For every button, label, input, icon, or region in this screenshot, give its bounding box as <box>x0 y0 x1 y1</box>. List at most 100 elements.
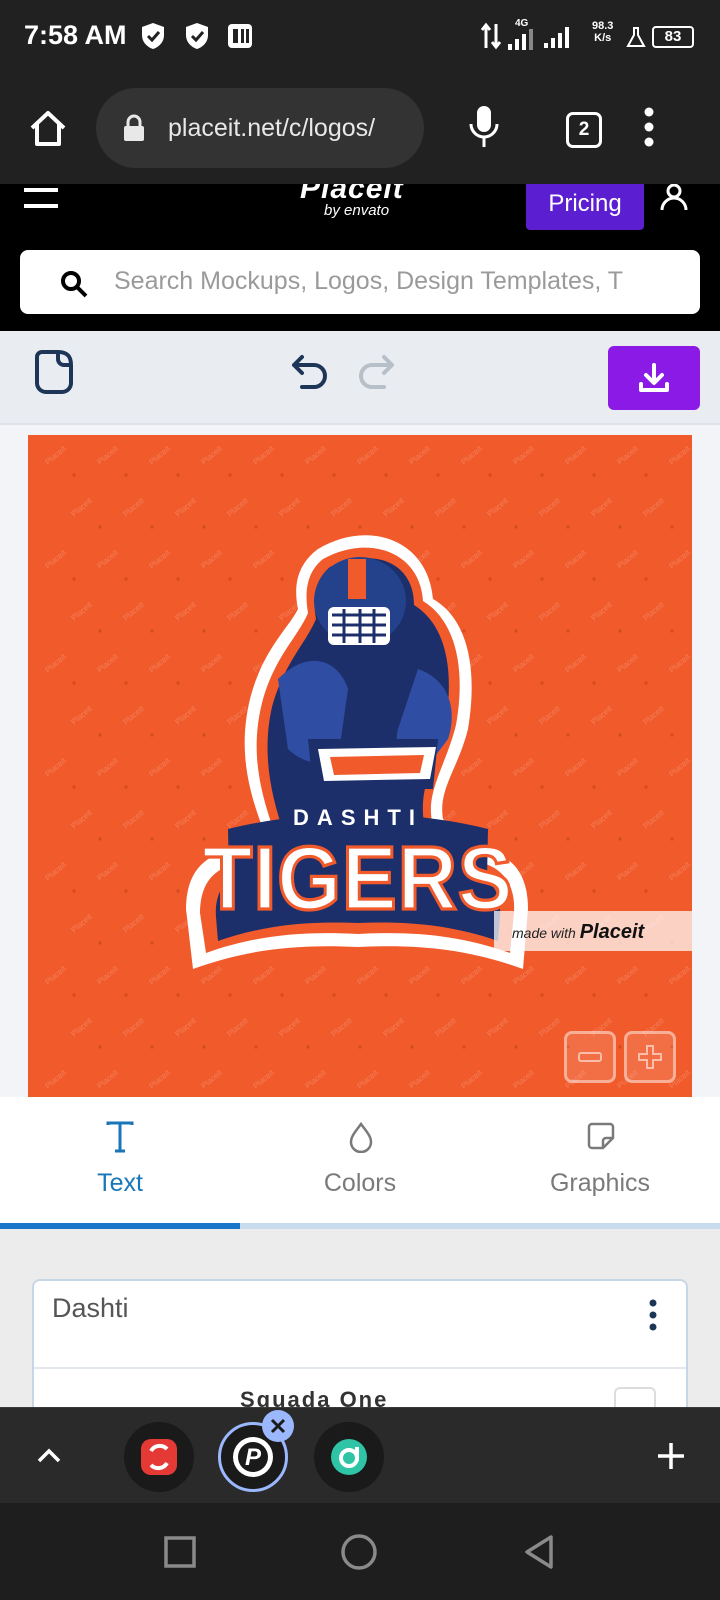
home-nav-icon[interactable] <box>340 1533 378 1571</box>
pattern-dot <box>72 681 76 685</box>
more-vert-icon[interactable] <box>642 106 656 148</box>
pattern-dot <box>410 1045 414 1049</box>
pattern-dot <box>436 473 440 477</box>
pattern-dot <box>124 889 128 893</box>
card-divider <box>34 1367 686 1369</box>
watermark-pattern-text: Placeit <box>96 860 121 883</box>
zoom-in-button[interactable] <box>624 1031 676 1083</box>
watermark-pattern-text: Placeit <box>642 496 667 519</box>
watermark-pattern-text: Placeit <box>590 496 615 519</box>
mascot-logo[interactable]: DASHTI TIGERS <box>168 529 548 1009</box>
watermark-pattern-text: Placeit <box>616 964 641 987</box>
watermark-pattern-text: Placeit <box>642 808 667 831</box>
watermark-pattern-text: Placeit <box>122 704 147 727</box>
drop-icon <box>349 1121 373 1153</box>
pattern-dot <box>124 473 128 477</box>
status-time: 7:58 AM <box>24 20 127 50</box>
pattern-dot <box>98 1045 102 1049</box>
pattern-dot <box>618 733 622 737</box>
back-nav-icon[interactable] <box>522 1533 556 1571</box>
watermark-pattern-text: Placeit <box>408 1068 433 1091</box>
system-nav-bar <box>0 1503 720 1600</box>
watermark-pattern-text: Placeit <box>96 964 121 987</box>
microphone-icon[interactable] <box>468 104 500 150</box>
hamburger-menu-icon[interactable] <box>24 188 58 210</box>
watermark-pattern-text: Placeit <box>148 444 173 467</box>
watermark-pattern-text: Placeit <box>538 496 563 519</box>
page-icon[interactable] <box>34 349 74 395</box>
watermark-pattern-text: Placeit <box>460 444 485 467</box>
home-icon[interactable] <box>28 108 68 148</box>
watermark-pattern-text: Placeit <box>70 1016 95 1039</box>
pattern-dot <box>124 577 128 581</box>
recent-apps-icon[interactable] <box>163 1535 197 1569</box>
minus-icon <box>578 1052 602 1062</box>
pattern-dot <box>670 629 674 633</box>
pattern-dot <box>176 473 180 477</box>
signal-icon <box>544 27 569 48</box>
close-icon <box>270 1418 286 1434</box>
tab-count-button[interactable]: 2 <box>566 112 602 148</box>
lock-icon <box>124 114 144 141</box>
search-input[interactable]: Search Mockups, Logos, Design Templates,… <box>20 250 700 314</box>
app-tab-3[interactable] <box>314 1422 384 1492</box>
app-tab-1[interactable] <box>124 1422 194 1492</box>
close-tab-button[interactable] <box>262 1410 294 1442</box>
watermark-pattern-text: Placeit <box>564 444 589 467</box>
watermark-pattern-text: Placeit <box>44 860 69 883</box>
text-panel: Dashti Squada One <box>0 1229 720 1419</box>
browser-tab-switcher: P <box>0 1407 720 1503</box>
plus-icon[interactable] <box>656 1441 686 1471</box>
pattern-dot <box>514 1045 518 1049</box>
url-text: placeit.net/c/logos/ <box>168 114 376 142</box>
pricing-button[interactable]: Pricing <box>526 184 644 230</box>
watermark-pattern-text: Placeit <box>564 860 589 883</box>
pattern-dot <box>644 785 648 789</box>
watermark-pattern-text: Placeit <box>70 496 95 519</box>
download-button[interactable] <box>608 346 700 410</box>
redo-icon[interactable] <box>356 353 396 391</box>
logo-canvas[interactable]: Placeit Placeit Placeit Placeit Placeit Place… <box>28 435 692 1097</box>
logo-top-text: DASHTI <box>293 805 423 830</box>
editor-tabs: Text Colors Graphics <box>0 1097 720 1229</box>
tab-graphics[interactable]: Graphics <box>480 1097 720 1223</box>
address-bar[interactable]: placeit.net/c/logos/ <box>96 88 424 168</box>
watermark-pattern-text: Placeit <box>278 1016 303 1039</box>
watermark-pattern-text: Placeit <box>174 496 199 519</box>
watermark-pattern-text: Placeit <box>200 1068 225 1091</box>
logo-main-text: TIGERS <box>202 828 513 928</box>
pattern-dot <box>592 681 596 685</box>
pattern-dot <box>150 629 154 633</box>
pattern-dot <box>592 889 596 893</box>
search-icon <box>61 271 88 298</box>
pattern-dot <box>566 733 570 737</box>
tab-colors[interactable]: Colors <box>240 1097 480 1223</box>
more-vert-icon[interactable] <box>648 1299 658 1331</box>
watermark-pattern-text: Placeit <box>330 496 355 519</box>
watermark-pattern-text: Placeit <box>642 704 667 727</box>
watermark-pattern-text: Placeit <box>564 652 589 675</box>
watermark-pattern-text: Placeit <box>252 444 277 467</box>
watermark-pattern-text: Placeit <box>538 1016 563 1039</box>
shield-check-icon <box>142 23 164 49</box>
chevron-up-icon[interactable] <box>36 1446 62 1464</box>
watermark-pattern-text: Placeit <box>122 600 147 623</box>
user-icon[interactable] <box>660 184 688 212</box>
watermark-pattern-text: Placeit <box>668 444 692 467</box>
tab-text[interactable]: Text <box>0 1097 240 1223</box>
status-bar: 7:58 AM 4G 98.3 K/s 83 <box>0 0 720 74</box>
pattern-dot <box>98 629 102 633</box>
undo-icon[interactable] <box>290 353 330 391</box>
pattern-dot <box>618 837 622 841</box>
pattern-dot <box>98 941 102 945</box>
watermark-pattern-text: Placeit <box>564 548 589 571</box>
pattern-dot <box>150 941 154 945</box>
pattern-dot <box>72 993 76 997</box>
watermark-pattern-text: Placeit <box>200 444 225 467</box>
text-field-input[interactable]: Dashti <box>52 1293 129 1324</box>
watermark-pattern-text: Placeit <box>668 548 692 571</box>
zoom-out-button[interactable] <box>564 1031 616 1083</box>
watermark-pattern-text: Placeit <box>486 1016 511 1039</box>
data-transfer-icon <box>480 22 502 50</box>
pattern-dot <box>150 837 154 841</box>
